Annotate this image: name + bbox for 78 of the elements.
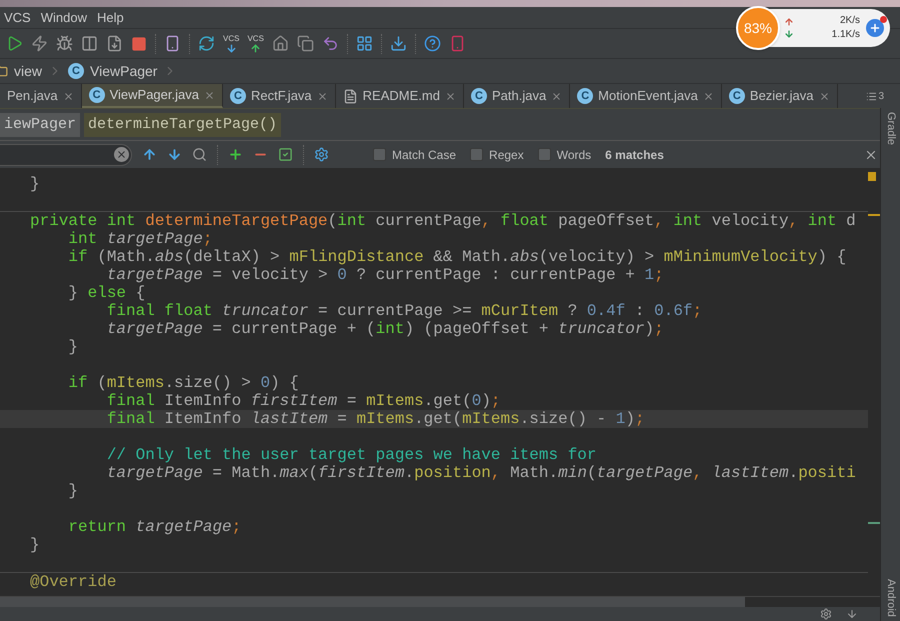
plus-icon	[869, 22, 881, 34]
arrow-down-icon	[226, 42, 237, 54]
class-badge: C	[88, 87, 105, 103]
tab-label: RectF.java	[250, 87, 312, 106]
download-arrow-icon	[784, 29, 794, 39]
close-icon[interactable]	[444, 90, 456, 102]
add-button[interactable]	[866, 19, 884, 37]
checkbox-label: Words	[556, 146, 592, 164]
columns-icon[interactable]	[81, 35, 98, 52]
occurrence-marker	[868, 214, 880, 216]
tab-label: Path.java	[492, 87, 546, 106]
checkbox[interactable]	[538, 148, 551, 161]
structure-item[interactable]: iewPager	[0, 112, 80, 136]
match-count: 6 matches	[605, 146, 664, 164]
occurrence-marker	[868, 522, 880, 524]
checkbox-label: Match Case	[392, 146, 456, 164]
tool-window-button[interactable]: Gradle	[882, 112, 899, 146]
sync-icon[interactable]	[198, 35, 215, 52]
close-icon[interactable]	[316, 90, 328, 102]
close-icon[interactable]	[62, 90, 74, 102]
tab-overflow-button[interactable]: 3	[866, 84, 900, 108]
close-icon[interactable]	[818, 90, 830, 102]
house-icon[interactable]	[272, 35, 289, 52]
plus-icon[interactable]	[228, 147, 243, 162]
list-icon	[866, 90, 878, 102]
download-speed: 1.1K/s	[832, 28, 860, 42]
vcs-commit-button[interactable]: VCS	[247, 34, 264, 54]
upload-arrow-icon	[784, 17, 794, 27]
search-icon[interactable]	[192, 147, 207, 162]
tab-label: Bezier.java	[750, 87, 814, 106]
undo-icon[interactable]	[322, 35, 339, 52]
tab-label: MotionEvent.java	[598, 87, 698, 106]
breadcrumb-item[interactable]: view	[14, 60, 42, 82]
tab-label: README.md	[362, 87, 440, 106]
warning-marker	[868, 172, 876, 181]
scrollbar-thumb[interactable]	[0, 597, 745, 607]
tab-label: Pen.java	[7, 87, 58, 106]
menu-item[interactable]: Help	[96, 8, 124, 28]
arrow-up-icon	[250, 42, 262, 54]
close-icon[interactable]	[702, 90, 714, 102]
tool-window-button[interactable]: Android	[882, 579, 899, 617]
file-icon	[342, 88, 358, 104]
class-badge: C	[68, 63, 84, 79]
settings-icon[interactable]	[314, 147, 329, 162]
breadcrumb-item[interactable]: ViewPager	[90, 60, 158, 82]
copy-icon[interactable]	[296, 35, 314, 52]
editor-tab[interactable]: C ViewPager.java	[82, 84, 223, 108]
bug-icon[interactable]	[56, 35, 73, 52]
download-icon[interactable]	[846, 608, 858, 620]
help-icon[interactable]	[424, 35, 441, 52]
download-icon[interactable]	[390, 35, 407, 52]
checkbox-label: Regex	[489, 146, 524, 164]
search-field[interactable]	[0, 144, 132, 166]
layout-icon[interactable]	[356, 35, 373, 52]
structure-item[interactable]: determineTargetPage()	[84, 112, 282, 136]
class-badge: C	[728, 88, 745, 104]
vcs-update-button[interactable]: VCS	[223, 34, 240, 54]
class-badge: C	[230, 88, 246, 104]
class-badge: C	[577, 88, 594, 104]
upload-speed: 2K/s	[840, 14, 860, 28]
file-icon[interactable]	[106, 35, 123, 52]
play-icon[interactable]	[6, 35, 23, 52]
phone-icon[interactable]	[164, 35, 181, 52]
close-icon[interactable]	[551, 90, 562, 102]
tab-label: ViewPager.java	[110, 86, 199, 104]
close-icon[interactable]	[204, 90, 215, 100]
previous-icon[interactable]	[142, 147, 157, 162]
checkbox[interactable]	[373, 148, 386, 161]
class-badge: C	[470, 88, 487, 104]
stop-icon[interactable]	[131, 36, 147, 52]
clear-icon[interactable]	[114, 147, 129, 162]
menu-item[interactable]: VCS	[4, 8, 31, 28]
next-icon[interactable]	[167, 147, 182, 162]
settings-icon[interactable]	[820, 608, 832, 620]
checkbox[interactable]	[470, 148, 484, 161]
menu-item[interactable]: Window	[40, 8, 87, 28]
lightning-icon[interactable]	[31, 35, 48, 52]
select-all-icon[interactable]	[278, 147, 293, 162]
